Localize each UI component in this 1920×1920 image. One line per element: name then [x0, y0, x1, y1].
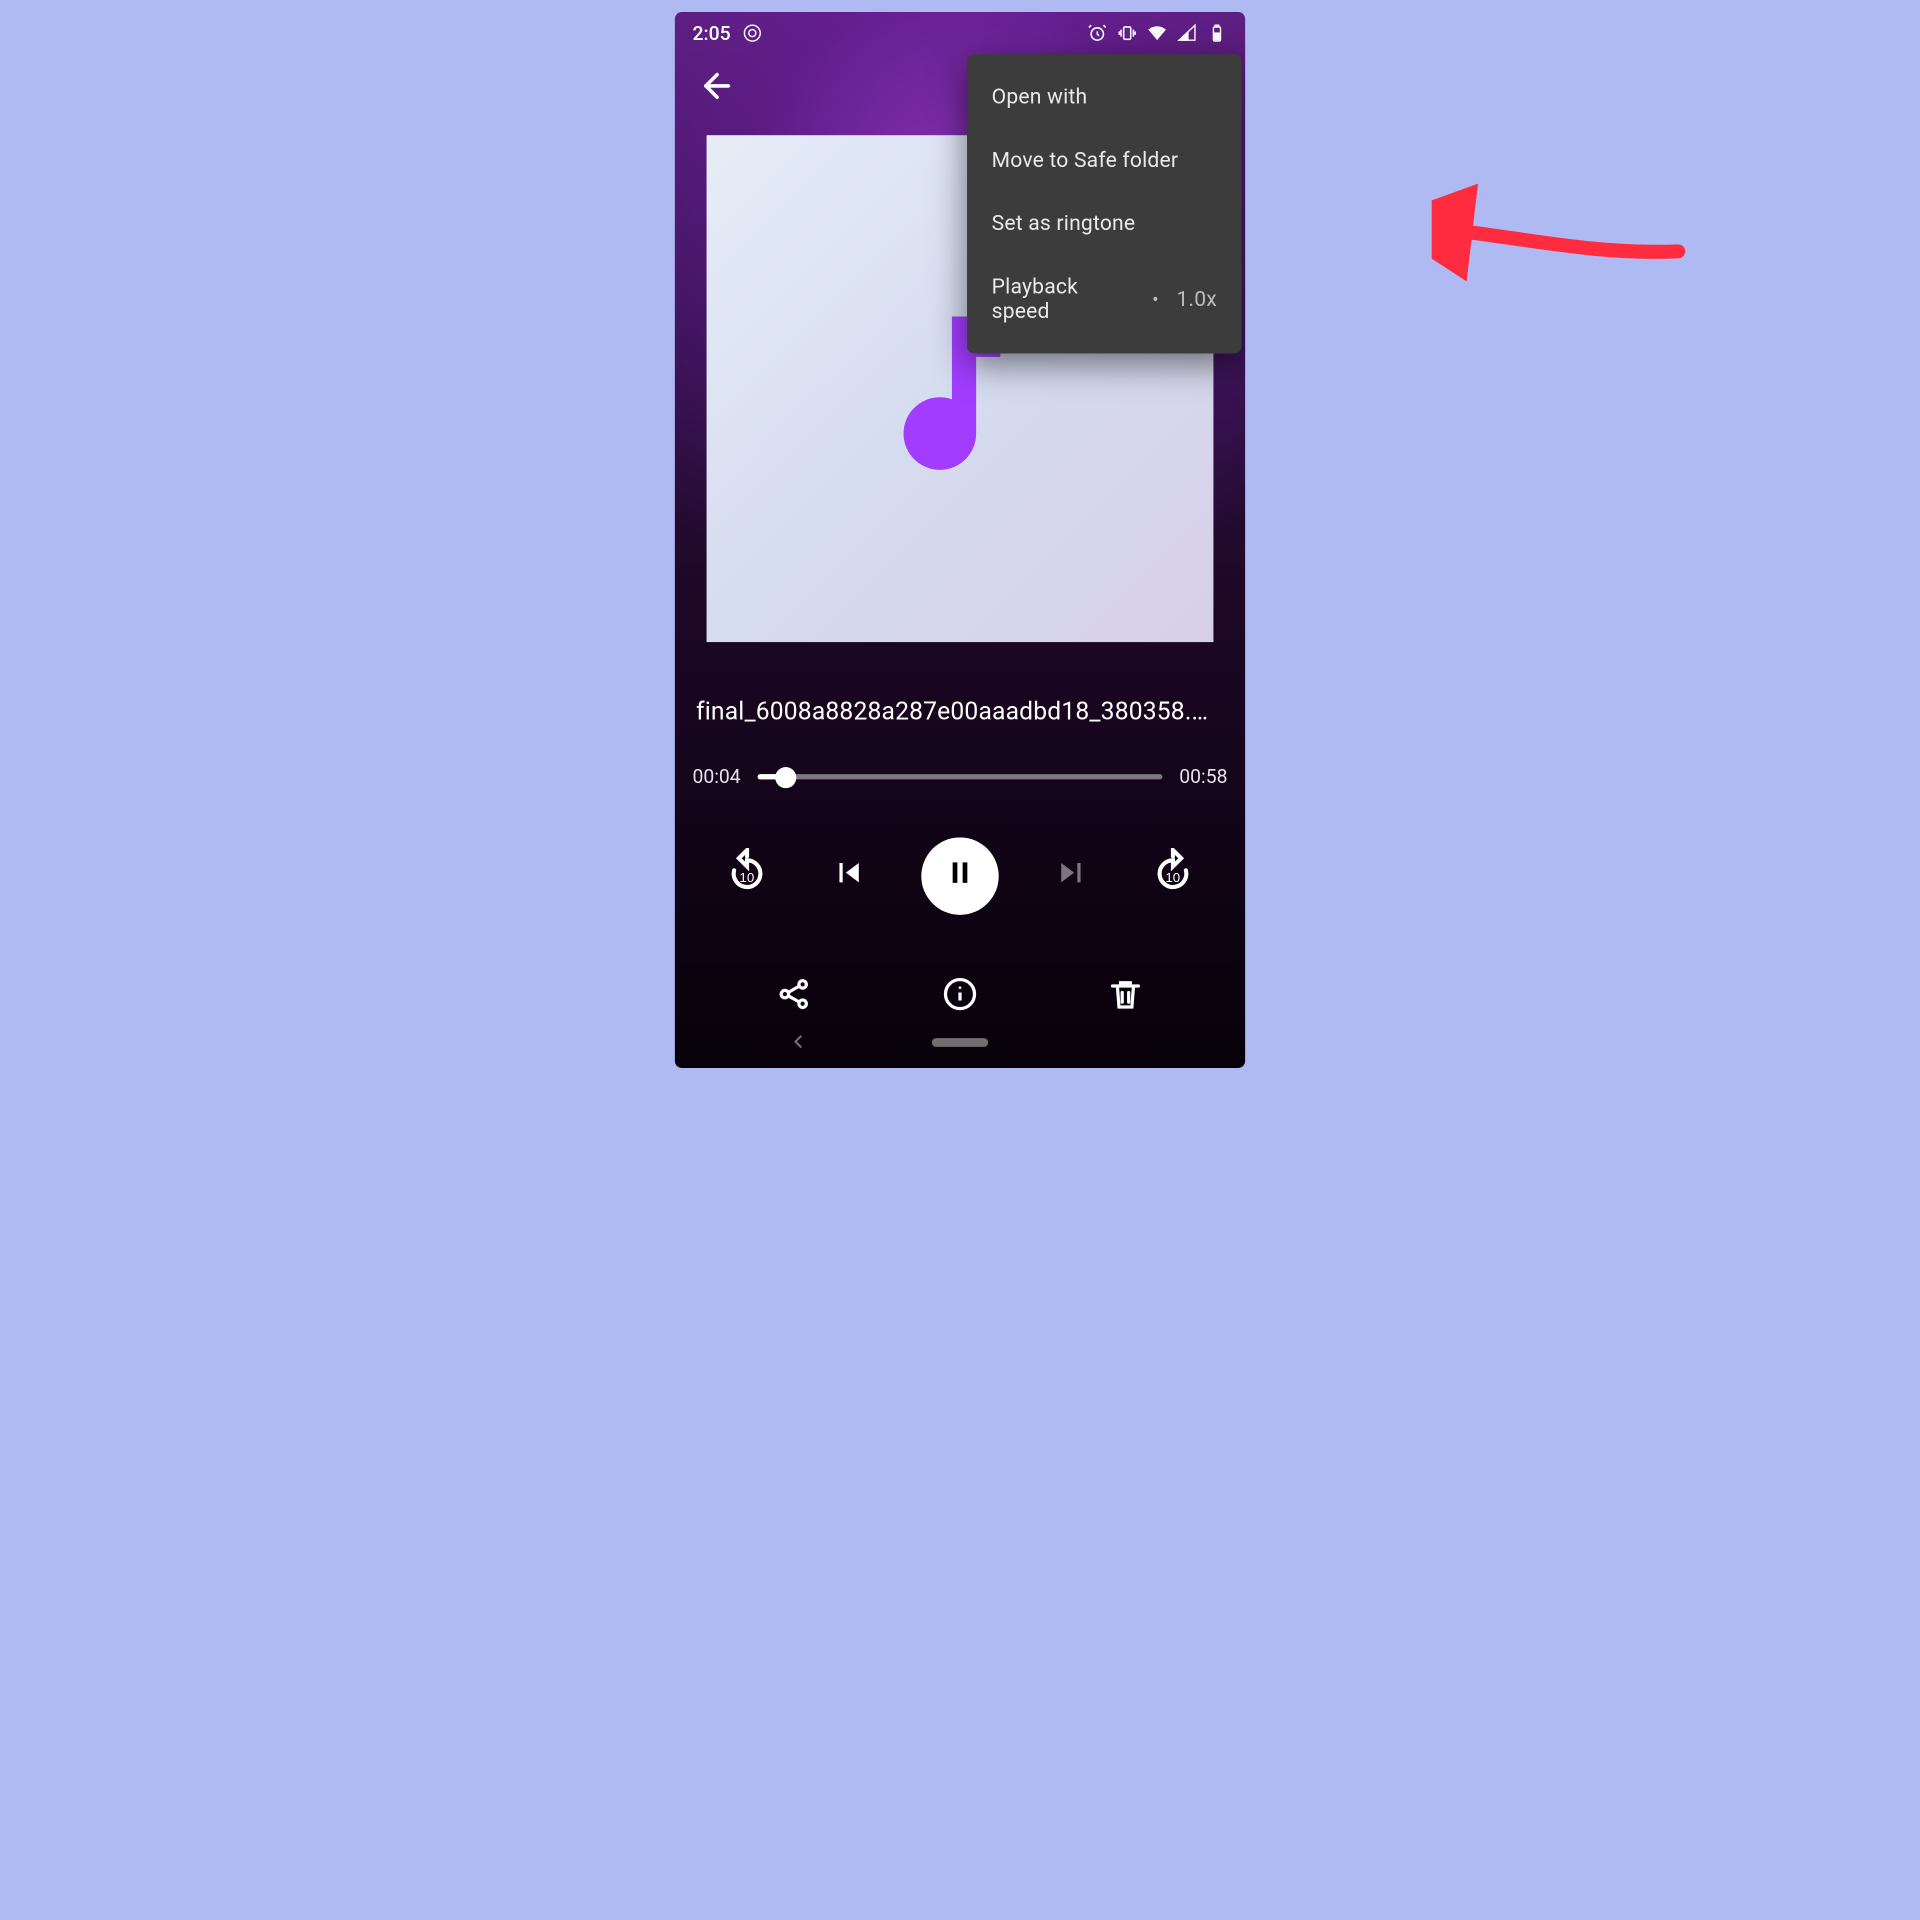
trash-icon — [1106, 975, 1145, 1021]
overflow-menu: Open with Move to Safe folder Set as rin… — [967, 54, 1242, 353]
svg-text:10: 10 — [739, 870, 754, 885]
elapsed-time: 00:04 — [692, 765, 740, 788]
menu-speed-dot: • — [1152, 287, 1159, 310]
playback-controls: 10 10 — [675, 837, 1245, 914]
nav-back-chevron-icon[interactable] — [788, 1025, 809, 1058]
forward-10-button[interactable]: 10 — [1143, 846, 1203, 906]
menu-playback-speed[interactable]: Playback speed • 1.0x — [967, 255, 1242, 343]
recording-dot-icon — [741, 23, 762, 44]
menu-speed-value: 1.0x — [1176, 287, 1217, 312]
battery-icon — [1206, 23, 1227, 44]
menu-item-label: Playback speed — [992, 274, 1135, 323]
share-icon — [775, 975, 814, 1021]
track-title: final_6008a8828a287e00aaadbd18_380358.mp… — [696, 698, 1224, 726]
svg-text:10: 10 — [1165, 870, 1180, 885]
total-time: 00:58 — [1179, 765, 1227, 788]
seek-thumb[interactable] — [776, 766, 797, 787]
menu-item-label: Set as ringtone — [992, 211, 1136, 236]
previous-button[interactable] — [819, 846, 879, 906]
status-bar: 2:05 — [675, 12, 1245, 54]
menu-move-safe-folder[interactable]: Move to Safe folder — [967, 128, 1242, 191]
next-button — [1041, 846, 1101, 906]
forward-10-icon: 10 — [1148, 848, 1197, 904]
info-icon — [941, 975, 980, 1021]
skip-next-icon — [1052, 853, 1091, 899]
pause-icon — [942, 855, 977, 897]
play-pause-button[interactable] — [921, 837, 998, 914]
vibrate-icon — [1117, 23, 1138, 44]
skip-previous-icon — [830, 853, 869, 899]
menu-open-with[interactable]: Open with — [967, 65, 1242, 128]
replay-10-icon: 10 — [722, 848, 771, 904]
back-button[interactable] — [689, 61, 745, 117]
arrow-back-icon — [698, 67, 737, 113]
status-clock: 2:05 — [692, 22, 730, 45]
menu-set-ringtone[interactable]: Set as ringtone — [967, 192, 1242, 255]
rewind-10-button[interactable]: 10 — [717, 846, 777, 906]
phone-frame: 2:05 — [675, 12, 1245, 1068]
menu-item-label: Move to Safe folder — [992, 148, 1179, 173]
wifi-icon — [1147, 23, 1168, 44]
alarm-icon — [1087, 23, 1108, 44]
nav-pill[interactable] — [932, 1037, 988, 1046]
annotation-arrow — [1432, 160, 1696, 301]
gesture-nav-bar — [675, 1015, 1245, 1068]
menu-item-label: Open with — [992, 84, 1088, 109]
progress-row: 00:04 00:58 — [692, 765, 1227, 788]
seek-bar[interactable] — [758, 774, 1161, 779]
signal-icon — [1176, 23, 1197, 44]
